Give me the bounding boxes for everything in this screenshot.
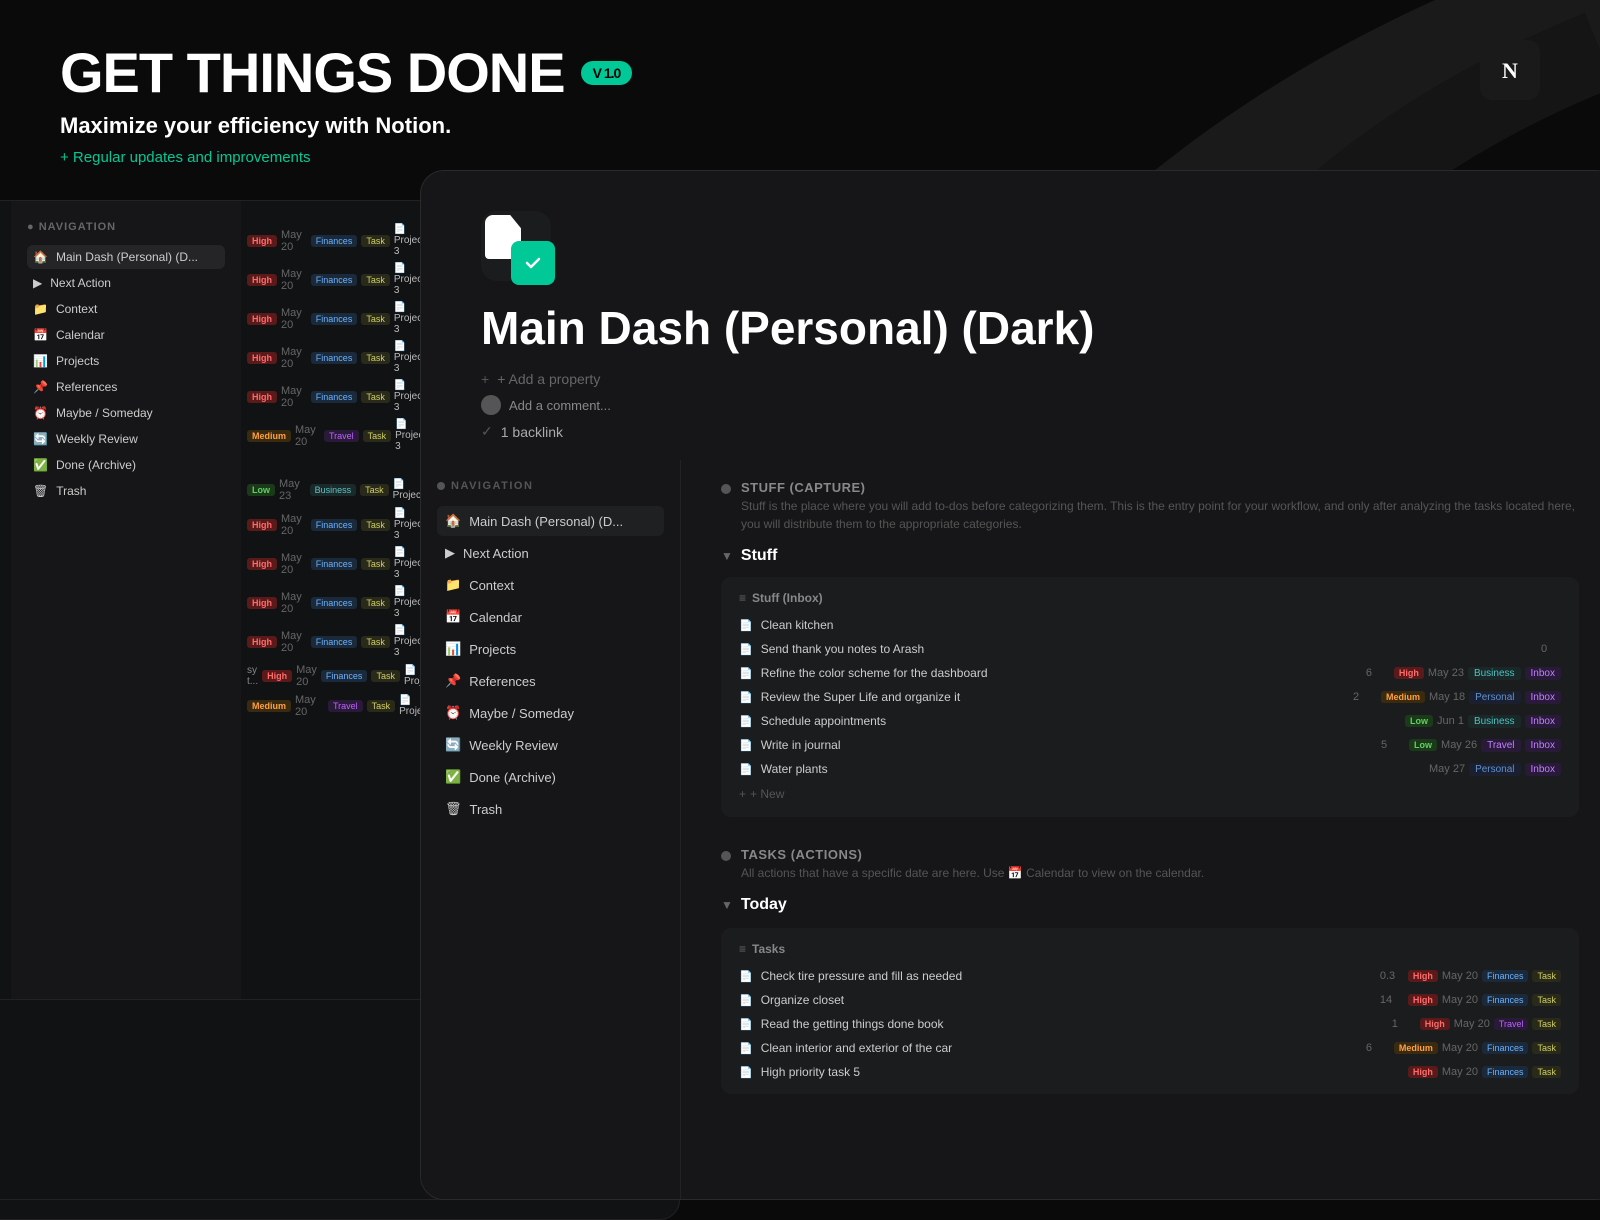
table-row: High May 20 Finances Task 📄 Project 3 □: [247, 260, 443, 299]
table-row: Low May 23 Business Task 📄 Project 3 □: [247, 475, 443, 505]
nav-item-weekly[interactable]: 🔄Weekly Review: [27, 427, 225, 451]
version-badge: V 1.0: [581, 61, 633, 85]
content-area: NAVIGATION 🏠 Main Dash (Personal) (D... …: [421, 460, 1600, 1200]
table-row: High May 20 Finances Task 📄 Project 3 □: [247, 505, 443, 544]
backlink-count: 1 backlink: [501, 424, 563, 440]
stuff-task-7[interactable]: 📄 Water plants May 27 Personal Inbox: [731, 757, 1569, 781]
table-row: High May 20 Finances Task 📄 Project 3 □: [247, 338, 443, 377]
notion-icon: N: [1480, 40, 1540, 100]
stuff-toggle[interactable]: ▼ Stuff: [721, 541, 1579, 571]
stuff-task-2[interactable]: 📄 Send thank you notes to Arash 0: [731, 637, 1569, 661]
tasks-section: TASKS (ACTIONS) All actions that have a …: [721, 847, 1579, 1094]
nav-item-trash[interactable]: 🗑Trash: [27, 479, 225, 503]
task-3[interactable]: 📄 Read the getting things done book 1 Hi…: [731, 1012, 1569, 1036]
table-row: Medium May 20 Travel Task 📄 Project 3 □: [247, 416, 443, 455]
tasks-table-container: ≡ Tasks 📄 Check tire pressure and fill a…: [721, 928, 1579, 1094]
header-subtitle: Maximize your efficiency with Notion.: [60, 113, 632, 139]
nav-section-title: NAVIGATION: [451, 480, 533, 492]
main-nav-item-trash[interactable]: 🗑 Trash: [437, 794, 664, 824]
header-updates: + Regular updates and improvements: [60, 149, 632, 166]
nav-item-main-dash[interactable]: 🏠Main Dash (Personal) (D...: [27, 245, 225, 269]
add-comment-label: Add a comment...: [509, 398, 611, 413]
nav-item-references[interactable]: 📌References: [27, 375, 225, 399]
table-row: High May 20 Finances Task 📄 Project 3 □: [247, 377, 443, 416]
main-nav-item-next[interactable]: ▶ Next Action: [437, 538, 664, 568]
main-title: GET THINGS DONE: [60, 40, 565, 105]
stuff-section-title: STUFF (CAPTURE): [741, 480, 1579, 495]
table-row: Medium May 20 Travel Task 📄 Project 3: [247, 691, 443, 721]
today-toggle-label: Today: [741, 896, 787, 914]
nav-title-small: ● NAVIGATION: [27, 221, 225, 233]
left-panel: ● NAVIGATION 🏠Main Dash (Personal) (D...…: [0, 200, 450, 1000]
main-nav-item-references[interactable]: 📌 References: [437, 666, 664, 696]
stuff-task-6[interactable]: 📄 Write in journal 5 Low May 26 Travel I…: [731, 733, 1569, 757]
table-row: sy t... High May 20 Finances Task 📄 Proj…: [247, 661, 443, 691]
nav-item-calendar[interactable]: 📅Calendar: [27, 323, 225, 347]
main-nav-item-weekly[interactable]: 🔄 Weekly Review: [437, 730, 664, 760]
nav-item-context[interactable]: 📁Context: [27, 297, 225, 321]
left-panel-table: High May 20 Finances Task 📄 Project 3 □ …: [241, 211, 449, 731]
table-row: High May 20 Finances Task 📄 Project 3 □: [247, 299, 443, 338]
add-property-row[interactable]: + + Add a property: [481, 371, 1559, 387]
app-icon: [481, 211, 551, 281]
stuff-task-4[interactable]: 📄 Review the Super Life and organize it …: [731, 685, 1569, 709]
tasks-section-header: TASKS (ACTIONS) All actions that have a …: [721, 847, 1579, 882]
tasks-section-title: TASKS (ACTIONS): [741, 847, 1579, 862]
stuff-task-3[interactable]: 📄 Refine the color scheme for the dashbo…: [731, 661, 1569, 685]
main-nav-item-calendar[interactable]: 📅 Calendar: [437, 602, 664, 632]
main-nav-item-maybe[interactable]: ⏰ Maybe / Someday: [437, 698, 664, 728]
main-panel: Main Dash (Personal) (Dark) + + Add a pr…: [420, 170, 1600, 1200]
table-row: High May 20 Finances Task 📄 Project 3 □: [247, 583, 443, 622]
tasks-table-header: ≡ Tasks: [731, 938, 1569, 960]
nav-item-projects[interactable]: 📊Projects: [27, 349, 225, 373]
header-title: GET THINGS DONE V 1.0: [60, 40, 632, 105]
stuff-table-container: ≡ Stuff (Inbox) 📄 Clean kitchen 📄 Send t…: [721, 577, 1579, 817]
page-meta: + + Add a property Add a comment... ✓ 1 …: [421, 371, 1600, 440]
main-nav-item-context[interactable]: 📁 Context: [437, 570, 664, 600]
main-nav-title: NAVIGATION: [437, 480, 664, 492]
stuff-section-desc: Stuff is the place where you will add to…: [741, 497, 1579, 533]
table-row: High May 20 Finances Task 📄 Project 3 □: [247, 544, 443, 583]
header: GET THINGS DONE V 1.0 Maximize your effi…: [60, 40, 632, 166]
main-nav-item-projects[interactable]: 📊 Projects: [437, 634, 664, 664]
nav-item-next-action[interactable]: ▶Next Action: [27, 271, 225, 295]
today-toggle[interactable]: ▼ Today: [721, 890, 1579, 920]
stuff-task-5[interactable]: 📄 Schedule appointments Low Jun 1 Busine…: [731, 709, 1569, 733]
stuff-new-button[interactable]: + + New: [731, 781, 1569, 807]
main-nav-item-done[interactable]: ✅ Done (Archive): [437, 762, 664, 792]
tasks-section-desc: All actions that have a specific date ar…: [741, 864, 1579, 882]
main-nav: NAVIGATION 🏠 Main Dash (Personal) (D... …: [421, 460, 681, 1200]
stuff-toggle-label: Stuff: [741, 547, 777, 565]
nav-item-done[interactable]: ✅Done (Archive): [27, 453, 225, 477]
backlink-row[interactable]: ✓ 1 backlink: [481, 423, 1559, 440]
add-comment-row[interactable]: Add a comment...: [481, 395, 1559, 415]
task-5[interactable]: 📄 High priority task 5 High May 20 Finan…: [731, 1060, 1569, 1084]
svg-text:N: N: [1502, 58, 1518, 83]
main-nav-item-dash[interactable]: 🏠 Main Dash (Personal) (D...: [437, 506, 664, 536]
main-content: STUFF (CAPTURE) Stuff is the place where…: [681, 460, 1600, 1200]
stuff-new-label: + New: [750, 787, 784, 801]
add-property-label: + Add a property: [497, 371, 600, 387]
table-row: High May 20 Finances Task 📄 Project 3 □: [247, 221, 443, 260]
nav-sidebar-small: ● NAVIGATION 🏠Main Dash (Personal) (D...…: [11, 201, 241, 999]
table-row: High May 20 Finances Task 📄 Project 3 □: [247, 622, 443, 661]
task-1[interactable]: 📄 Check tire pressure and fill as needed…: [731, 964, 1569, 988]
task-4[interactable]: 📄 Clean interior and exterior of the car…: [731, 1036, 1569, 1060]
nav-item-maybe[interactable]: ⏰Maybe / Someday: [27, 401, 225, 425]
tasks-table-label: Tasks: [752, 942, 785, 956]
stuff-task-1[interactable]: 📄 Clean kitchen: [731, 613, 1569, 637]
page-title: Main Dash (Personal) (Dark): [421, 301, 1600, 355]
task-2[interactable]: 📄 Organize closet 14 High May 20 Finance…: [731, 988, 1569, 1012]
stuff-section: STUFF (CAPTURE) Stuff is the place where…: [721, 480, 1579, 817]
stuff-section-header: STUFF (CAPTURE) Stuff is the place where…: [721, 480, 1579, 533]
app-icon-area: [421, 171, 1600, 301]
stuff-table-label: Stuff (Inbox): [752, 591, 823, 605]
stuff-table-header: ≡ Stuff (Inbox): [731, 587, 1569, 609]
